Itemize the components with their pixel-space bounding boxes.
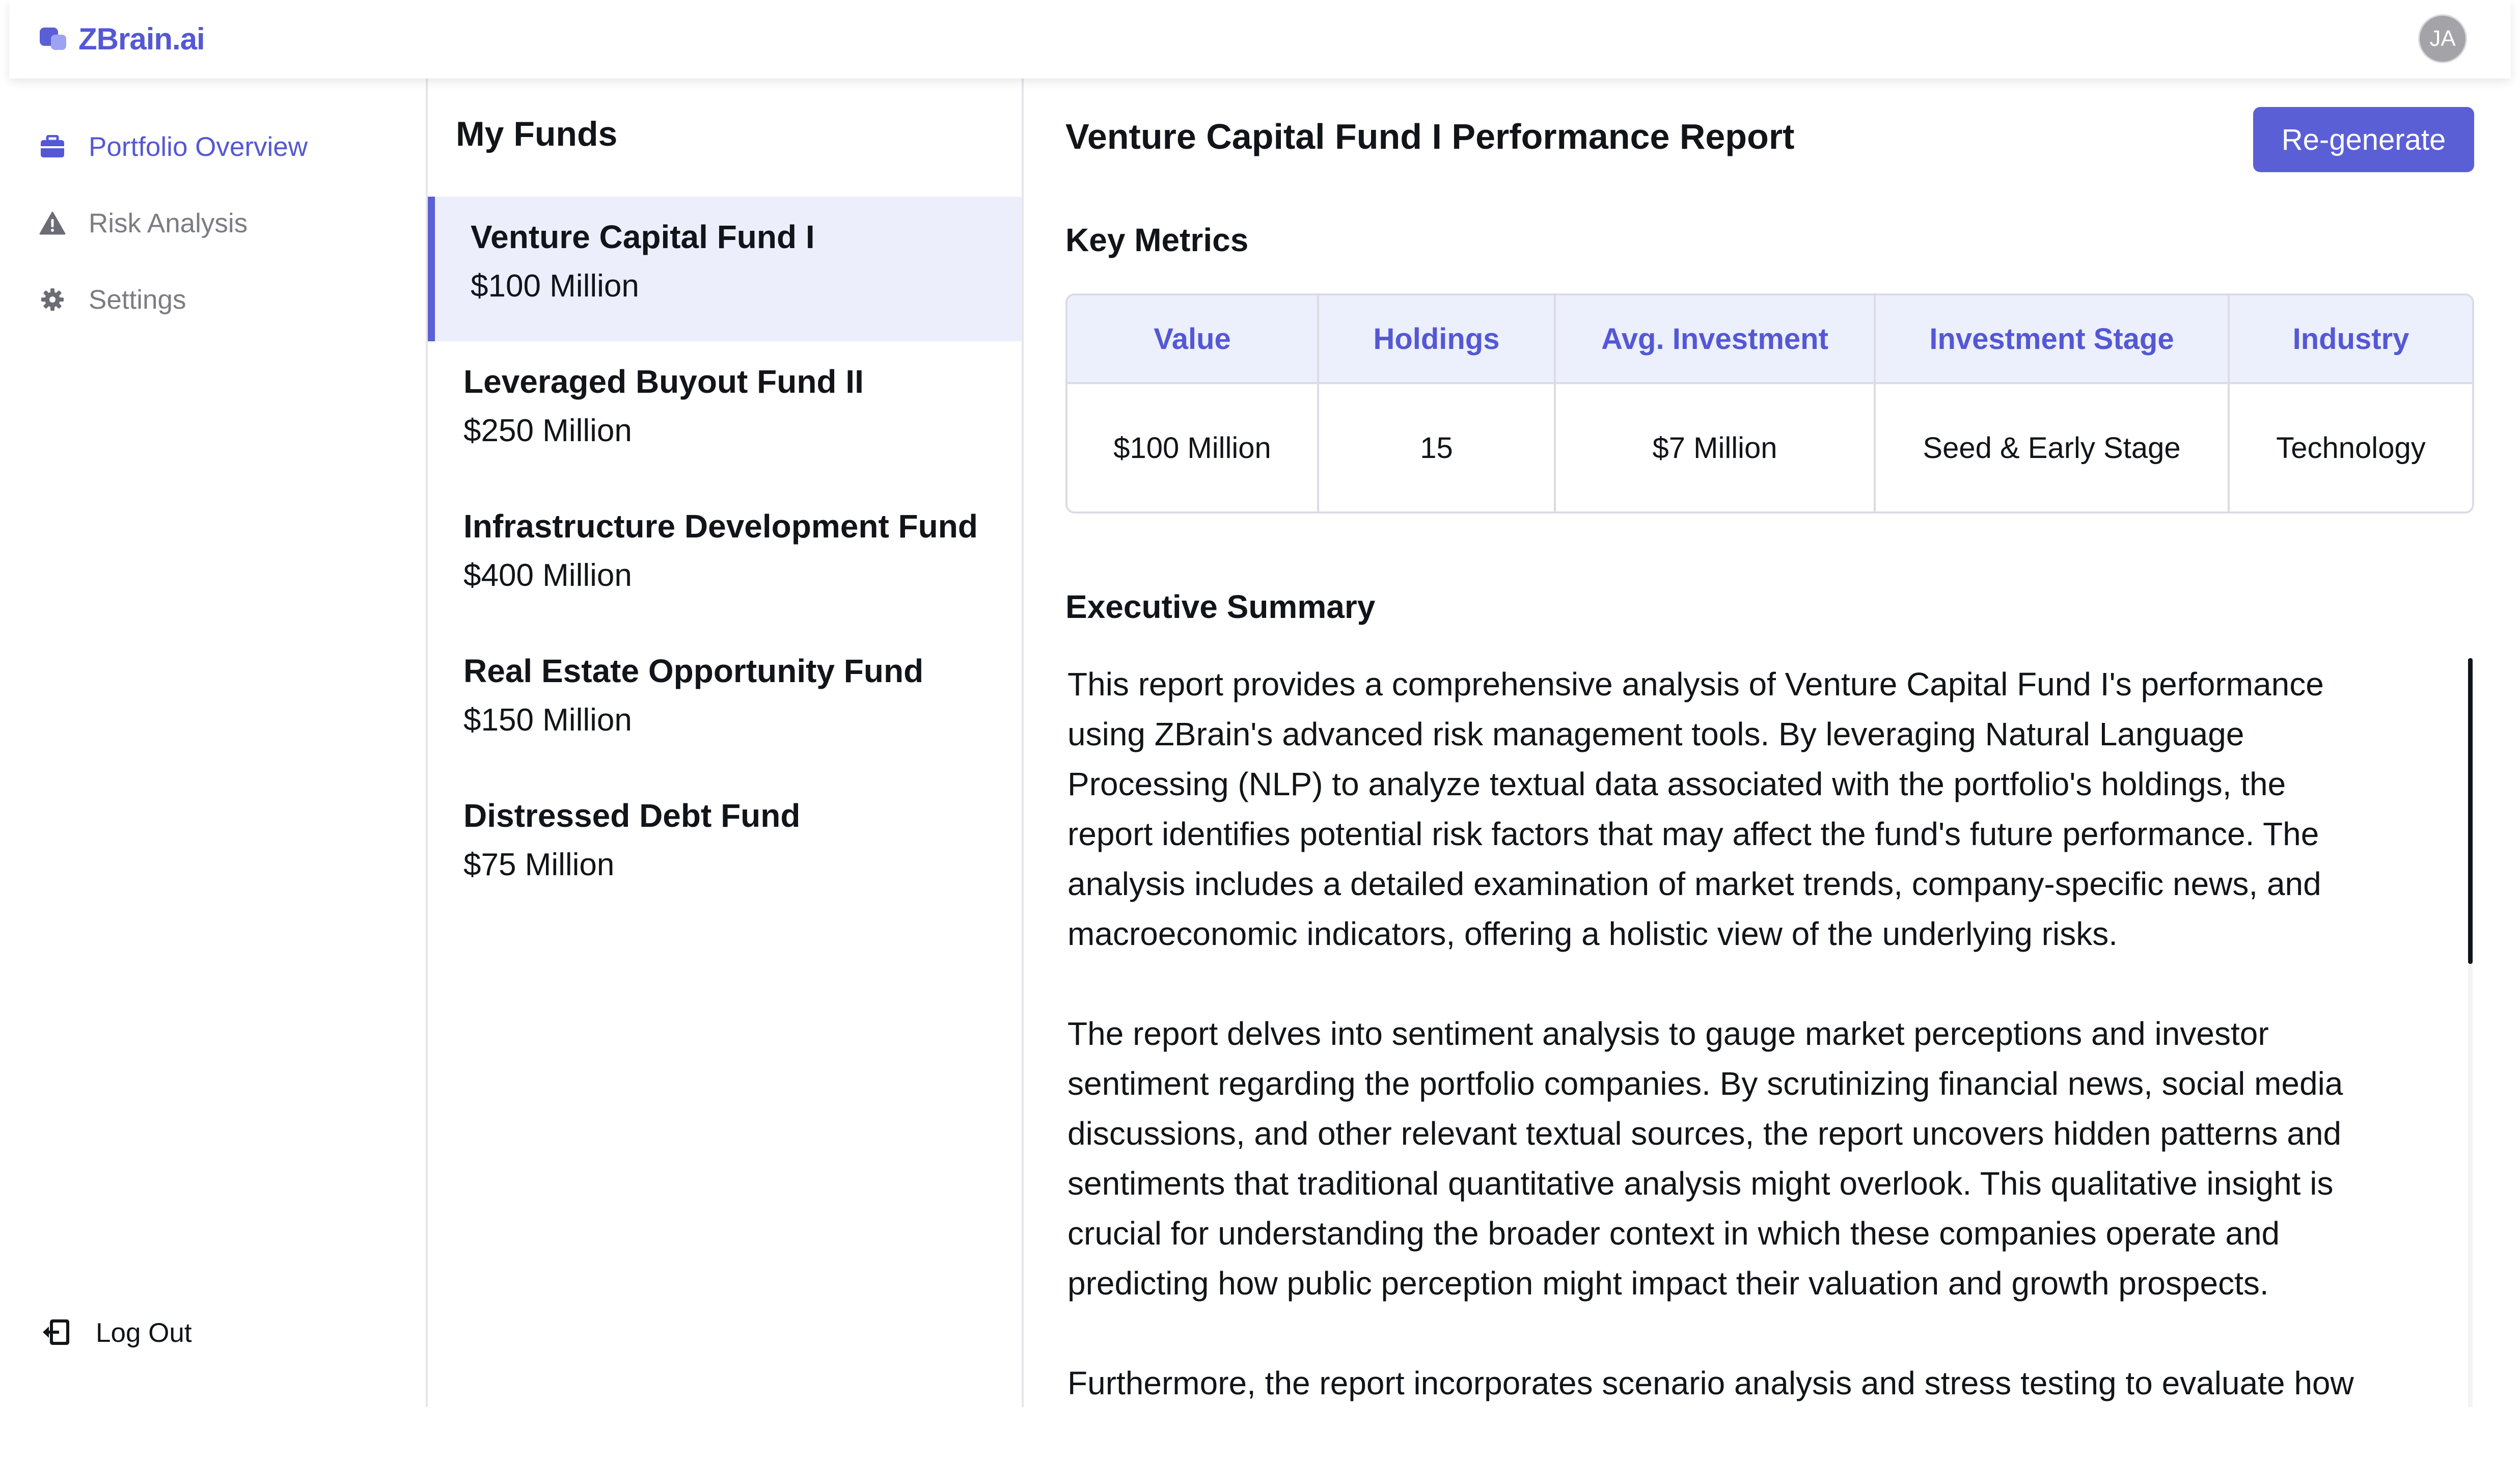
sidebar: Portfolio Overview Risk Analysis Setting… <box>0 78 428 1407</box>
sidebar-item-label: Risk Analysis <box>89 208 248 238</box>
metrics-cell-holdings: 15 <box>1318 383 1556 511</box>
briefcase-icon <box>39 133 66 160</box>
fund-size: $400 Million <box>463 558 632 593</box>
sidebar-item-label: Settings <box>89 284 186 315</box>
executive-summary-title: Executive Summary <box>1065 588 1376 625</box>
metrics-cell-investment-stage: Seed & Early Stage <box>1875 383 2230 511</box>
brand-logo[interactable]: ZBrain.ai <box>40 18 205 59</box>
logout-icon <box>41 1316 73 1349</box>
fund-item-infrastructure-development-fund[interactable]: Infrastructure Development Fund $400 Mil… <box>428 486 1022 631</box>
fund-size: $100 Million <box>471 268 639 304</box>
report-panel: Venture Capital Fund I Performance Repor… <box>1024 78 2520 1407</box>
table-row: $100 Million 15 $7 Million Seed & Early … <box>1067 383 2472 511</box>
metrics-cell-value: $100 Million <box>1067 383 1319 511</box>
sidebar-item-portfolio-overview[interactable]: Portfolio Overview <box>39 126 308 167</box>
top-header: ZBrain.ai JA <box>9 0 2511 78</box>
metrics-header-industry: Industry <box>2229 295 2472 384</box>
summary-paragraph: Furthermore, the report incorporates sce… <box>1067 1365 2354 1401</box>
scrollbar-thumb[interactable] <box>2468 658 2473 964</box>
executive-summary-text: This report provides a comprehensive ana… <box>1067 659 2376 1458</box>
summary-paragraph: The report delves into sentiment analysi… <box>1067 1015 2343 1302</box>
fund-size: $75 Million <box>463 847 615 882</box>
avatar[interactable]: JA <box>2418 14 2467 63</box>
fund-name: Real Estate Opportunity Fund <box>463 653 924 689</box>
metrics-cell-avg-investment: $7 Million <box>1555 383 1876 511</box>
report-title: Venture Capital Fund I Performance Repor… <box>1065 117 1795 156</box>
regenerate-button[interactable]: Re-generate <box>2253 107 2474 172</box>
fund-item-distressed-debt-fund[interactable]: Distressed Debt Fund $75 Million <box>428 775 1022 920</box>
warning-icon <box>39 209 66 237</box>
fund-item-real-estate-opportunity-fund[interactable]: Real Estate Opportunity Fund $150 Millio… <box>428 631 1022 775</box>
sidebar-item-label: Portfolio Overview <box>89 131 308 162</box>
key-metrics-title: Key Metrics <box>1065 222 1249 258</box>
summary-scrollbar[interactable] <box>2468 658 2473 1407</box>
metrics-cell-industry: Technology <box>2229 383 2472 511</box>
fund-name: Leveraged Buyout Fund II <box>463 363 864 400</box>
logout-button[interactable]: Log Out <box>41 1316 192 1349</box>
brand-name: ZBrain.ai <box>78 21 205 56</box>
sidebar-item-risk-analysis[interactable]: Risk Analysis <box>39 203 248 244</box>
fund-name: Distressed Debt Fund <box>463 797 801 834</box>
metrics-header-holdings: Holdings <box>1318 295 1556 384</box>
fund-name: Infrastructure Development Fund <box>463 508 978 545</box>
fund-item-leveraged-buyout-fund-ii[interactable]: Leveraged Buyout Fund II $250 Million <box>428 341 1022 486</box>
key-metrics-table: Value Holdings Avg. Investment Investmen… <box>1065 293 2474 514</box>
fund-size: $150 Million <box>463 703 632 738</box>
logo-icon <box>40 25 71 52</box>
metrics-header-investment-stage: Investment Stage <box>1875 295 2230 384</box>
gear-icon <box>39 286 66 313</box>
funds-title: My Funds <box>456 115 618 153</box>
fund-list: Venture Capital Fund I $100 Million Leve… <box>428 197 1022 920</box>
fund-item-venture-capital-fund-i[interactable]: Venture Capital Fund I $100 Million <box>428 197 1022 341</box>
fund-name: Venture Capital Fund I <box>471 219 815 255</box>
metrics-header-avg-investment: Avg. Investment <box>1555 295 1876 384</box>
metrics-header-value: Value <box>1067 295 1319 384</box>
logout-label: Log Out <box>96 1317 192 1348</box>
summary-paragraph: This report provides a comprehensive ana… <box>1067 666 2324 952</box>
sidebar-item-settings[interactable]: Settings <box>39 279 186 320</box>
fund-size: $250 Million <box>463 413 632 448</box>
funds-panel: My Funds Venture Capital Fund I $100 Mil… <box>428 78 1024 1407</box>
